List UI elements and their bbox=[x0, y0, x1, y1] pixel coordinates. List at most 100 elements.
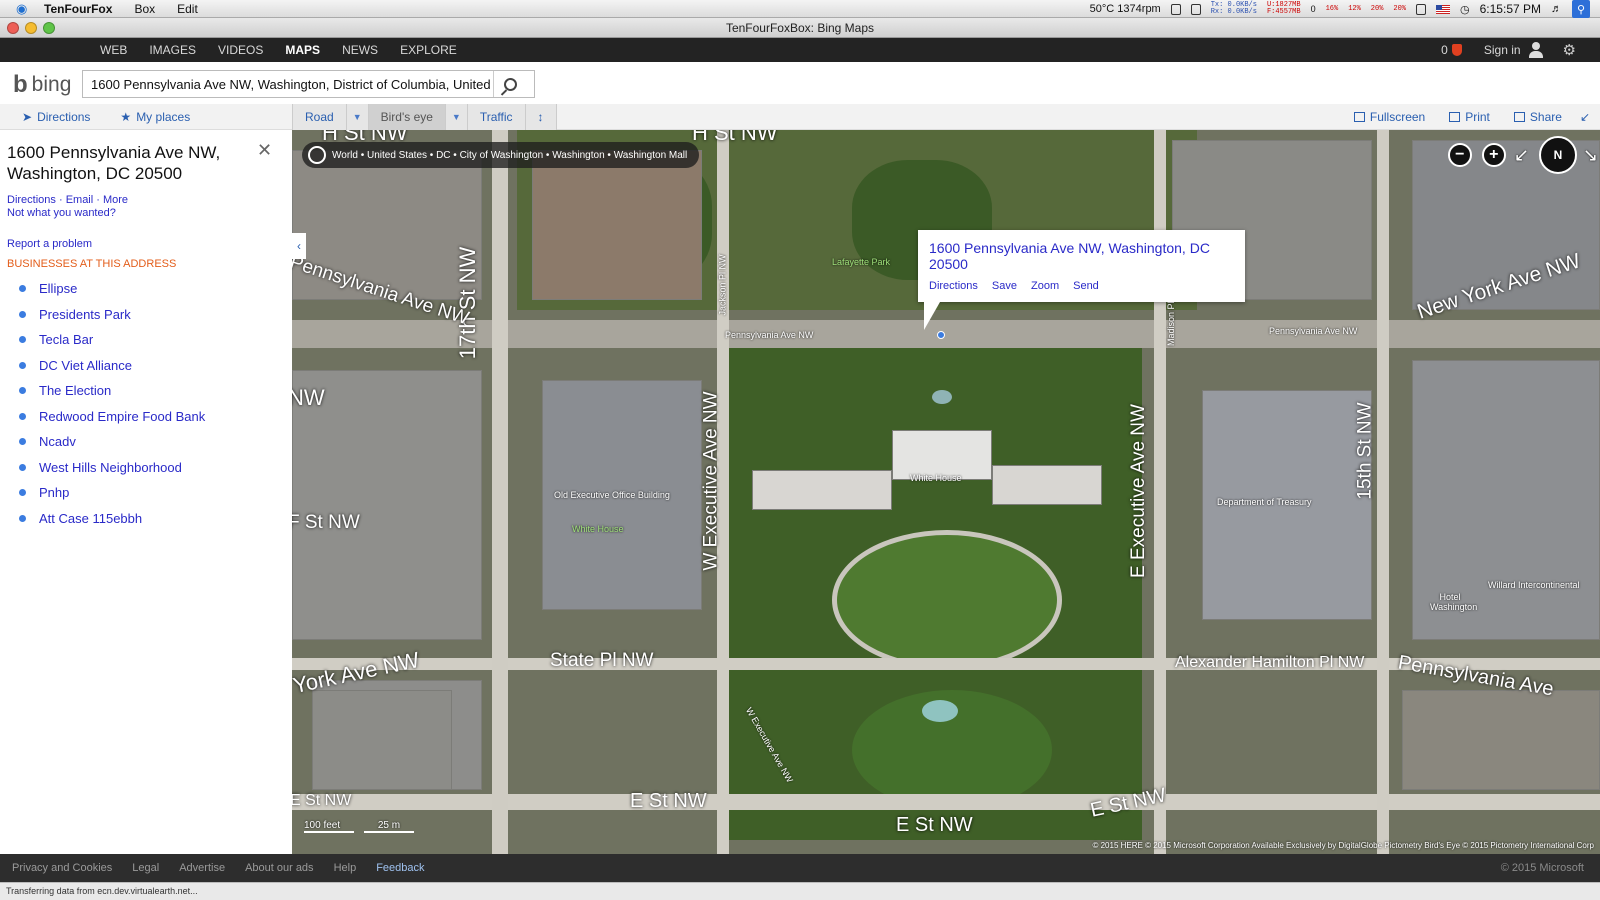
rewards-count[interactable]: 0 bbox=[1441, 43, 1448, 57]
business-name[interactable]: Ellipse bbox=[39, 281, 77, 296]
close-result-icon[interactable]: ✕ bbox=[257, 140, 272, 161]
footer-privacy-link[interactable]: Privacy and Cookies bbox=[12, 862, 112, 874]
us-flag-input-icon[interactable] bbox=[1436, 4, 1451, 14]
collapse-sidebar-icon[interactable]: ‹ bbox=[292, 233, 306, 259]
label-white-house-green[interactable]: White House bbox=[572, 524, 624, 534]
display-icon[interactable] bbox=[1416, 3, 1427, 15]
close-window-icon[interactable] bbox=[7, 22, 19, 34]
list-item[interactable]: Ncadv bbox=[19, 429, 205, 455]
nav-right-group: 0 Sign in ⚙ bbox=[1427, 38, 1576, 62]
directions-button[interactable]: ➤ Directions bbox=[22, 110, 90, 124]
menubar-clock[interactable]: 6:15:57 PM bbox=[1480, 2, 1541, 16]
label-hotel-washington[interactable]: Hotel Washington bbox=[1430, 592, 1477, 612]
label-oeob[interactable]: Old Executive Office Building bbox=[554, 490, 670, 500]
result-directions-link[interactable]: Directions bbox=[7, 194, 56, 206]
menu-box[interactable]: Box bbox=[134, 2, 155, 16]
list-item[interactable]: Redwood Empire Food Bank bbox=[19, 404, 205, 430]
business-name[interactable]: West Hills Neighborhood bbox=[39, 460, 182, 475]
footer-advertise-link[interactable]: Advertise bbox=[179, 862, 225, 874]
menu-edit[interactable]: Edit bbox=[177, 2, 198, 16]
list-item[interactable]: Pnhp bbox=[19, 480, 205, 506]
apple-menu-icon[interactable]: ◉ bbox=[16, 1, 32, 16]
zoom-window-icon[interactable] bbox=[43, 22, 55, 34]
list-item[interactable]: The Election bbox=[19, 378, 205, 404]
footer-legal-link[interactable]: Legal bbox=[132, 862, 159, 874]
business-name[interactable]: Tecla Bar bbox=[39, 332, 93, 347]
list-item[interactable]: West Hills Neighborhood bbox=[19, 455, 205, 481]
list-item[interactable]: Tecla Bar bbox=[19, 327, 205, 353]
tab-news[interactable]: NEWS bbox=[342, 43, 378, 57]
tab-web[interactable]: WEB bbox=[100, 43, 127, 57]
page-footer: Privacy and Cookies Legal Advertise Abou… bbox=[0, 854, 1600, 882]
map-style-tabs: Road ▼ Bird's eye ▼ Traffic ↕ bbox=[292, 104, 557, 130]
app-icon[interactable] bbox=[1190, 3, 1201, 15]
label-lafayette-park[interactable]: Lafayette Park bbox=[832, 257, 890, 267]
compass-icon[interactable]: N bbox=[1538, 136, 1577, 174]
business-name[interactable]: Pnhp bbox=[39, 485, 69, 500]
road-dropdown-icon[interactable]: ▼ bbox=[347, 104, 369, 130]
volume-icon[interactable]: ♬ bbox=[1551, 3, 1562, 15]
zoom-out-icon[interactable]: − bbox=[1447, 143, 1472, 167]
my-places-button[interactable]: ★ My places bbox=[120, 110, 190, 124]
tab-videos[interactable]: VIDEOS bbox=[218, 43, 263, 57]
business-name[interactable]: Ncadv bbox=[39, 434, 76, 449]
search-input[interactable] bbox=[83, 71, 493, 97]
rotate-left-icon[interactable]: ↙ bbox=[1514, 145, 1529, 166]
birds-eye-tab[interactable]: Bird's eye bbox=[368, 104, 446, 130]
popup-save-link[interactable]: Save bbox=[992, 280, 1017, 292]
rewards-icon[interactable] bbox=[1451, 44, 1462, 56]
business-name[interactable]: The Election bbox=[39, 383, 111, 398]
road-tab[interactable]: Road bbox=[293, 104, 347, 130]
menu-app-name[interactable]: TenFourFox bbox=[44, 2, 112, 16]
search-box bbox=[82, 70, 535, 98]
bing-logo[interactable]: b bing bbox=[13, 71, 71, 99]
user-avatar-icon[interactable] bbox=[1528, 42, 1543, 58]
streetside-person-icon[interactable]: ↕ bbox=[526, 104, 557, 130]
traffic-tab[interactable]: Traffic bbox=[468, 104, 526, 130]
spotlight-icon[interactable]: ⚲ bbox=[1572, 0, 1590, 18]
report-problem-link[interactable]: Report a problem bbox=[7, 238, 92, 250]
business-name[interactable]: Presidents Park bbox=[39, 307, 131, 322]
signin-link[interactable]: Sign in bbox=[1484, 43, 1521, 57]
business-name[interactable]: Att Case 115ebbh bbox=[39, 511, 142, 526]
address-line-1: 1600 Pennsylvania Ave NW, bbox=[7, 143, 221, 162]
popup-zoom-link[interactable]: Zoom bbox=[1031, 280, 1059, 292]
list-item[interactable]: Ellipse bbox=[19, 276, 205, 302]
tab-maps[interactable]: MAPS bbox=[285, 43, 320, 57]
share-button[interactable]: Share bbox=[1513, 110, 1562, 124]
footer-feedback-link[interactable]: Feedback bbox=[376, 862, 424, 874]
business-name[interactable]: DC Viet Alliance bbox=[39, 358, 132, 373]
label-treasury[interactable]: Department of Treasury bbox=[1217, 497, 1312, 507]
timemachine-icon[interactable]: ◷ bbox=[1460, 3, 1470, 16]
location-pin-icon[interactable] bbox=[937, 331, 945, 339]
rotate-right-icon[interactable]: ↘ bbox=[1583, 145, 1598, 166]
popup-title[interactable]: 1600 Pennsylvania Ave NW, Washington, DC… bbox=[929, 240, 1229, 272]
birds-eye-dropdown-icon[interactable]: ▼ bbox=[446, 104, 468, 130]
business-name[interactable]: Redwood Empire Food Bank bbox=[39, 409, 205, 424]
list-item[interactable]: Presidents Park bbox=[19, 302, 205, 328]
footer-about-ads-link[interactable]: About our ads bbox=[245, 862, 314, 874]
map-breadcrumb[interactable]: World • United States • DC • City of Was… bbox=[302, 142, 700, 168]
list-item[interactable]: Att Case 115ebbh bbox=[19, 506, 205, 532]
result-more-link[interactable]: More bbox=[103, 194, 128, 206]
tab-explore[interactable]: EXPLORE bbox=[400, 43, 457, 57]
list-item[interactable]: DC Viet Alliance bbox=[19, 353, 205, 379]
footer-help-link[interactable]: Help bbox=[334, 862, 357, 874]
minimize-window-icon[interactable] bbox=[25, 22, 37, 34]
popup-directions-link[interactable]: Directions bbox=[929, 280, 978, 292]
label-e-st-1: E St NW bbox=[292, 792, 352, 809]
zoom-in-icon[interactable]: + bbox=[1481, 143, 1506, 167]
search-button[interactable] bbox=[493, 71, 527, 97]
print-button[interactable]: Print bbox=[1449, 110, 1490, 124]
aerial-map[interactable]: H St NW H St NW 17th St NW Pennsylvania … bbox=[292, 130, 1600, 854]
fullscreen-button[interactable]: Fullscreen bbox=[1353, 110, 1425, 124]
label-willard[interactable]: Willard Intercontinental bbox=[1488, 580, 1580, 590]
tab-images[interactable]: IMAGES bbox=[149, 43, 196, 57]
settings-gear-icon[interactable]: ⚙ bbox=[1563, 41, 1576, 59]
result-email-link[interactable]: Email bbox=[66, 194, 94, 206]
label-white-house[interactable]: White House bbox=[910, 473, 962, 483]
not-wanted-link[interactable]: Not what you wanted? bbox=[7, 207, 128, 220]
chip-icon[interactable] bbox=[1170, 3, 1181, 15]
popup-send-link[interactable]: Send bbox=[1073, 280, 1099, 292]
expand-icon[interactable]: ↙ bbox=[1580, 110, 1590, 124]
